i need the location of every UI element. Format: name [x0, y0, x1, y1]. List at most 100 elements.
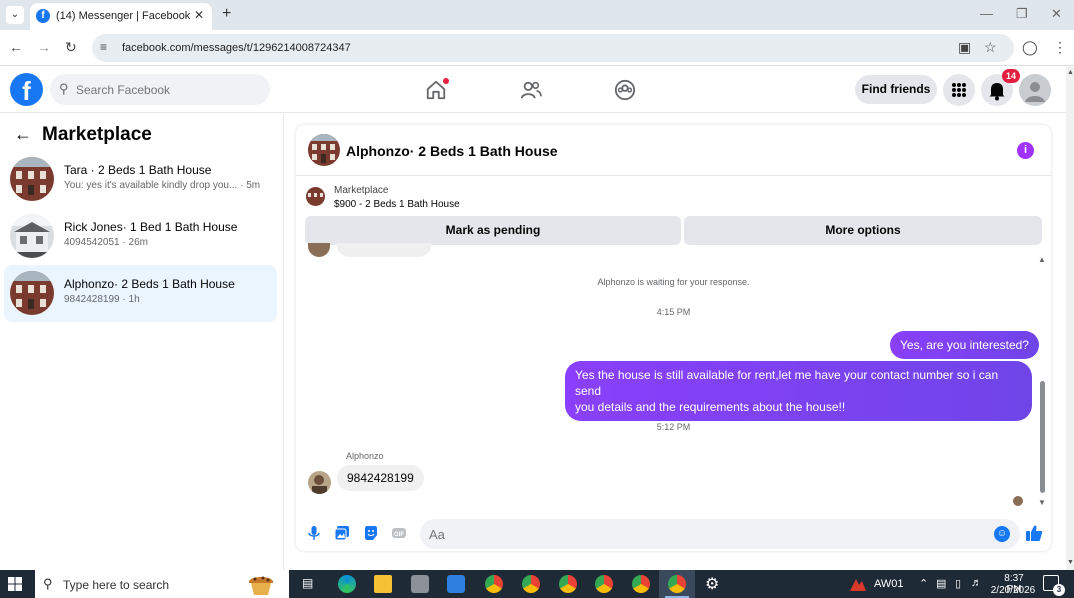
conversation-name: Tara · 2 Beds 1 Bath House: [64, 163, 212, 177]
battery-icon[interactable]: ▯: [955, 577, 961, 590]
conversation-item[interactable]: Rick Jones· 1 Bed 1 Bath House 409454205…: [4, 208, 277, 265]
outgoing-message[interactable]: Yes, are you interested?: [890, 331, 1039, 359]
conversation-name: Alphonzo· 2 Beds 1 Bath House: [64, 277, 235, 291]
more-options-button[interactable]: More options: [684, 216, 1042, 245]
conversation-snippet: 9842428199 · 1h: [64, 294, 140, 305]
chrome-icon-active[interactable]: [668, 575, 686, 593]
message-composer: GIF ☺: [296, 517, 1051, 551]
marketplace-sidebar: ← Marketplace Tara · 2 Beds 1 Bath House…: [0, 114, 284, 570]
back-icon[interactable]: ←: [9, 39, 23, 55]
facebook-search[interactable]: ⚲: [50, 74, 270, 105]
install-app-icon[interactable]: ▣: [958, 39, 971, 56]
network-icon[interactable]: ▤: [936, 577, 946, 590]
listing-thumbnail: [10, 271, 54, 315]
chrome-icon[interactable]: [485, 575, 503, 593]
sender-avatar: [308, 243, 330, 257]
scroll-down-icon[interactable]: ▼: [1038, 498, 1046, 507]
tab-search-button[interactable]: ⌄: [6, 6, 24, 24]
conversation-item[interactable]: Tara · 2 Beds 1 Bath House You: yes it's…: [4, 151, 277, 208]
listing-title[interactable]: $900 - 2 Beds 1 Bath House: [334, 199, 460, 210]
microphone-icon[interactable]: [306, 525, 322, 541]
page-scrollbar[interactable]: ▲ ▼: [1066, 67, 1074, 570]
clock-date[interactable]: 2/20/2026: [990, 585, 1036, 596]
file-explorer-icon[interactable]: [374, 575, 392, 593]
chrome-icon[interactable]: [632, 575, 650, 593]
restore-icon[interactable]: ❐: [1016, 6, 1028, 22]
timestamp: 4:15 PM: [656, 307, 691, 317]
new-tab-icon[interactable]: +: [222, 5, 231, 23]
weather-app-icon[interactable]: [848, 575, 868, 593]
scroll-up-icon[interactable]: ▲: [1038, 255, 1046, 264]
conversation-name: Rick Jones· 1 Bed 1 Bath House: [64, 220, 238, 234]
page-scroll-up-icon[interactable]: ▲: [1067, 69, 1074, 76]
taskbar-search[interactable]: ⚲ Type here to search: [35, 570, 289, 598]
conversation-item-active[interactable]: Alphonzo· 2 Beds 1 Bath House 9842428199…: [4, 265, 277, 322]
site-info-icon[interactable]: ≡: [100, 40, 107, 54]
sender-avatar[interactable]: [308, 471, 331, 494]
groups-icon[interactable]: [614, 79, 636, 101]
notification-badge: 14: [1002, 69, 1020, 83]
info-icon[interactable]: i: [1017, 142, 1034, 159]
windows-taskbar: ⚲ Type here to search ▤ ⚙ AW01 ⌃ ▤ ▯ ♬ 8…: [0, 570, 1074, 598]
chat-scrollbar-thumb[interactable]: [1040, 381, 1045, 493]
chat-panel: Alphonzo· 2 Beds 1 Bath House i Marketpl…: [296, 125, 1051, 551]
tab-close-icon[interactable]: ✕: [194, 8, 204, 22]
taskbar-search-icon: ⚲: [43, 576, 53, 591]
sidebar-title: Marketplace: [42, 124, 152, 145]
friends-icon[interactable]: [520, 79, 542, 101]
taskbar-search-placeholder: Type here to search: [63, 578, 170, 592]
find-friends-button[interactable]: Find friends: [855, 75, 937, 104]
reload-icon[interactable]: ↻: [65, 39, 77, 56]
back-arrow-icon[interactable]: ←: [14, 124, 32, 145]
forward-icon[interactable]: →: [37, 39, 51, 55]
chrome-icon[interactable]: [559, 575, 577, 593]
mark-as-pending-button[interactable]: Mark as pending: [305, 216, 681, 245]
marketplace-listing-bar: Marketplace $900 - 2 Beds 1 Bath House M…: [296, 177, 1051, 249]
browser-tab[interactable]: f (14) Messenger | Facebook ✕: [30, 3, 212, 30]
thumbs-up-icon[interactable]: [1025, 524, 1043, 542]
conversation-snippet: 4094542051 · 26m: [64, 237, 148, 248]
conversation-snippet: You: yes it's available kindly drop you.…: [64, 180, 261, 191]
message-line: you details and the requirements about t…: [575, 400, 846, 414]
url-text[interactable]: facebook.com/messages/t/1296214008724347: [122, 42, 351, 54]
taskbar-app-label[interactable]: AW01: [874, 578, 904, 590]
chat-title[interactable]: Alphonzo· 2 Beds 1 Bath House: [346, 143, 558, 159]
page-scroll-down-icon[interactable]: ▼: [1067, 559, 1074, 566]
sticker-icon[interactable]: [363, 525, 379, 541]
gallery-icon[interactable]: [334, 525, 350, 541]
browser-menu-icon[interactable]: ⋮: [1053, 39, 1067, 56]
message-line: Yes the house is still available for ren…: [575, 368, 999, 398]
task-view-icon[interactable]: ▤: [302, 576, 313, 590]
chrome-icon[interactable]: [522, 575, 540, 593]
gif-icon[interactable]: GIF: [391, 525, 407, 541]
window-close-icon[interactable]: ✕: [1051, 6, 1062, 22]
emoji-icon[interactable]: ☺: [994, 526, 1010, 542]
facebook-search-input[interactable]: [76, 80, 256, 100]
message-list: Alphonzo is waiting for your response. 4…: [296, 243, 1051, 511]
chat-header: Alphonzo· 2 Beds 1 Bath House i: [296, 125, 1051, 176]
listing-thumbnail: [10, 214, 54, 258]
facebook-logo-icon[interactable]: f: [10, 73, 43, 106]
edge-icon[interactable]: [338, 575, 356, 593]
volume-icon[interactable]: ♬: [971, 577, 982, 589]
address-bar[interactable]: ≡ facebook.com/messages/t/12962140087243…: [92, 34, 1014, 62]
store-icon[interactable]: [447, 575, 465, 593]
search-icon: ⚲: [59, 81, 69, 96]
chat-avatar[interactable]: [308, 134, 340, 166]
outgoing-message[interactable]: Yes the house is still available for ren…: [565, 361, 1032, 421]
menu-grid-button[interactable]: [943, 74, 975, 106]
tab-title: (14) Messenger | Facebook: [56, 10, 191, 22]
windows-start-icon[interactable]: [8, 577, 22, 591]
app-icon[interactable]: [411, 575, 429, 593]
tray-chevron-icon[interactable]: ⌃: [919, 577, 928, 590]
message-input[interactable]: [420, 519, 1020, 549]
seen-avatar: [1013, 496, 1023, 506]
incoming-message[interactable]: 9842428199: [337, 465, 424, 491]
bookmark-star-icon[interactable]: ☆: [984, 39, 997, 56]
account-avatar[interactable]: [1019, 74, 1051, 106]
profile-icon[interactable]: ◯: [1022, 39, 1038, 56]
settings-gear-icon[interactable]: ⚙: [705, 574, 719, 594]
chrome-icon[interactable]: [595, 575, 613, 593]
grid-icon: [952, 83, 966, 97]
minimize-icon[interactable]: —: [980, 6, 993, 21]
